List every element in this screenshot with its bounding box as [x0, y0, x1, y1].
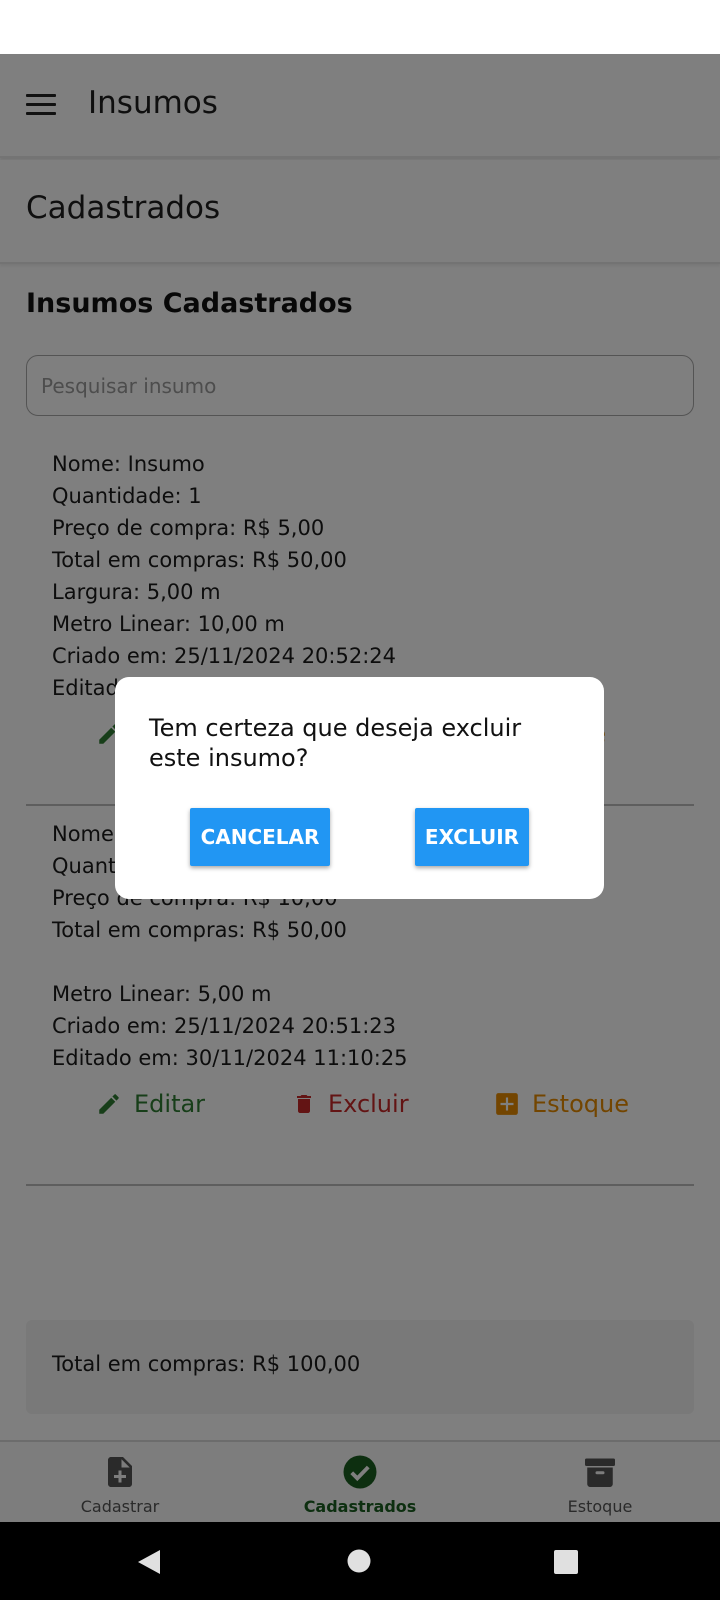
recents-icon[interactable]: [554, 1550, 578, 1574]
back-icon[interactable]: [136, 1548, 162, 1576]
dialog-message: Tem certeza que deseja excluir este insu…: [149, 714, 522, 772]
status-bar: [0, 0, 720, 54]
cancel-button[interactable]: CANCELAR: [190, 808, 330, 866]
home-icon[interactable]: [347, 1549, 371, 1573]
confirm-delete-button[interactable]: EXCLUIR: [415, 808, 529, 866]
confirm-dialog: Tem certeza que deseja excluir este insu…: [115, 677, 604, 899]
system-nav-bar: [0, 1522, 720, 1600]
